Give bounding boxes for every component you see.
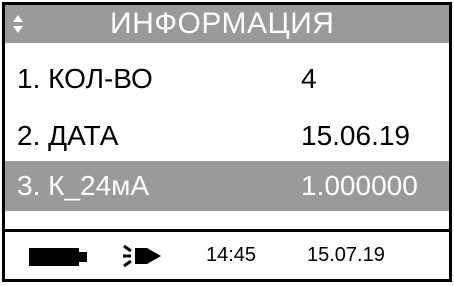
menu-item-label: 1. КОЛ-ВО <box>17 63 153 94</box>
menu-item-count[interactable]: 1. КОЛ-ВО 4 <box>5 53 449 105</box>
power-plug-icon <box>123 244 161 268</box>
battery-icon <box>29 248 87 266</box>
status-bar: 14:45 15.07.19 <box>5 232 449 279</box>
status-time: 14:45 <box>206 244 257 266</box>
menu-item-date[interactable]: 2. ДАТА 15.06.19 <box>5 110 449 162</box>
menu-item-label: 3. К_24мА <box>17 170 150 201</box>
device-screen: ИНФОРМАЦИЯ 1. КОЛ-ВО 4 2. ДАТА 15.06.19 … <box>2 2 452 282</box>
screen-header: ИНФОРМАЦИЯ <box>5 5 449 43</box>
menu-item-k24ma[interactable]: 3. К_24мА 1.000000 <box>5 161 449 211</box>
menu-item-value: 4 <box>301 63 317 94</box>
menu-item-value: 15.06.19 <box>301 120 410 151</box>
up-down-arrows-icon <box>13 15 23 33</box>
screen-title: ИНФОРМАЦИЯ <box>110 7 335 40</box>
menu-item-value: 1.000000 <box>301 170 418 201</box>
menu-item-label: 2. ДАТА <box>17 120 119 151</box>
status-date: 15.07.19 <box>307 244 385 266</box>
